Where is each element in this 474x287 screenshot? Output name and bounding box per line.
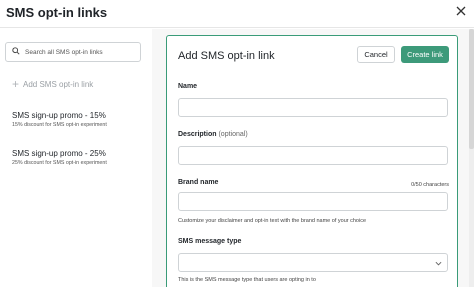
brand-help-text: Customize your disclaimer and opt-in tex… <box>178 218 367 224</box>
list-item-subtitle: 15% discount for SMS opt-in experiment <box>12 122 107 128</box>
list-item-title: SMS sign-up promo - 15% <box>12 111 106 120</box>
message-type-select[interactable] <box>178 253 448 272</box>
header-bar: SMS opt-in links <box>0 0 474 28</box>
chevron-down-icon <box>435 261 442 266</box>
search-box <box>5 42 141 62</box>
sidebar: + Add SMS opt-in link SMS sign-up promo … <box>0 29 152 287</box>
list-item[interactable]: SMS sign-up promo - 15% 15% discount for… <box>12 111 147 128</box>
form-title: Add SMS opt-in link <box>178 50 275 62</box>
search-icon <box>12 47 20 55</box>
add-link-label: Add SMS opt-in link <box>23 79 94 89</box>
name-field[interactable] <box>178 98 448 117</box>
list-item[interactable]: SMS sign-up promo - 25% 25% discount for… <box>12 149 147 166</box>
name-label: Name <box>178 83 198 90</box>
brand-name-field[interactable] <box>178 192 448 211</box>
cancel-button[interactable]: Cancel <box>357 46 395 63</box>
message-type-label: SMS message type <box>178 238 242 245</box>
add-link-form: Add SMS opt-in link Cancel Create link N… <box>166 35 458 287</box>
create-link-button[interactable]: Create link <box>401 46 449 63</box>
message-type-help-text: This is the SMS message type that users … <box>178 277 316 283</box>
brand-name-label: Brand name <box>178 179 219 186</box>
scrollbar[interactable] <box>469 29 474 287</box>
main-area: Add SMS opt-in link Cancel Create link N… <box>152 29 474 287</box>
list-item-title: SMS sign-up promo - 25% <box>12 149 106 158</box>
search-input[interactable] <box>25 45 137 59</box>
character-counter: 0/50 characters <box>411 182 449 188</box>
description-field[interactable] <box>178 146 448 165</box>
plus-icon: + <box>12 77 20 91</box>
scrollbar-thumb[interactable] <box>469 29 474 149</box>
description-label: Description (optional) <box>178 131 248 138</box>
list-item-subtitle: 25% discount for SMS opt-in experiment <box>12 160 107 166</box>
description-label-text: Description <box>178 131 217 138</box>
add-link-button[interactable]: + Add SMS opt-in link <box>12 77 93 91</box>
close-icon[interactable] <box>453 3 469 19</box>
optional-tag: (optional) <box>218 131 248 138</box>
page-title: SMS opt-in links <box>6 5 108 20</box>
